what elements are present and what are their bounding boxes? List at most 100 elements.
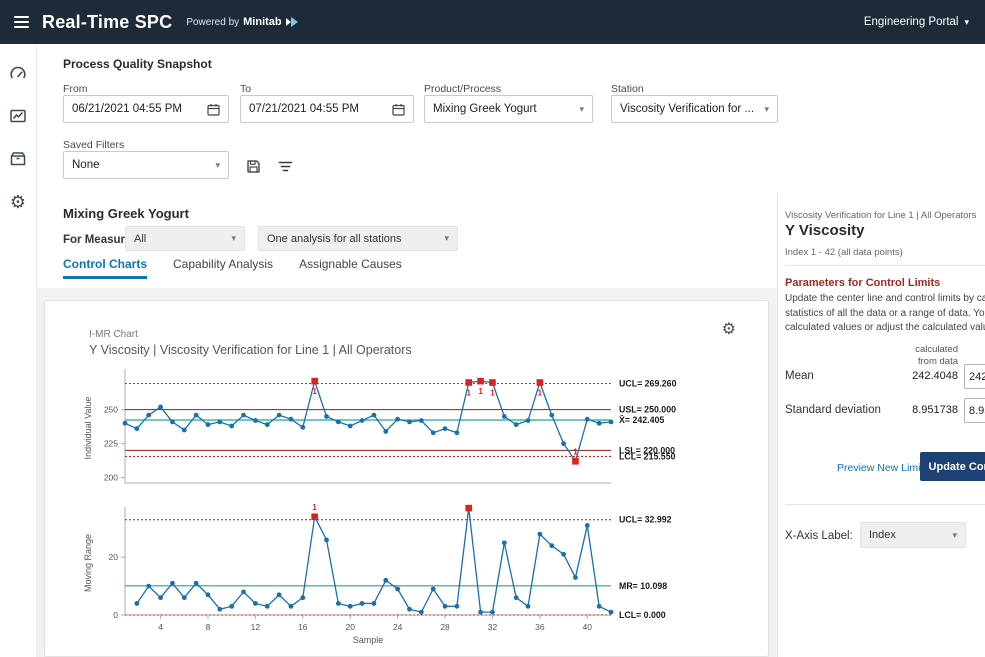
chart-type-label: I-MR Chart	[89, 329, 138, 340]
col-header-line1: calculated	[880, 344, 958, 356]
svg-text:MR= 10.098: MR= 10.098	[619, 581, 667, 591]
saved-filters-label: Saved Filters	[63, 139, 124, 151]
to-date-value: 07/21/2021 04:55 PM	[249, 103, 359, 115]
stdev-input[interactable]	[964, 398, 985, 423]
hamburger-icon	[14, 13, 29, 31]
svg-text:28: 28	[440, 622, 450, 632]
svg-text:32: 32	[488, 622, 498, 632]
svg-text:200: 200	[104, 473, 118, 483]
svg-text:1: 1	[478, 387, 483, 396]
svg-text:16: 16	[298, 622, 308, 632]
svg-text:1: 1	[312, 387, 317, 396]
save-filter-button[interactable]	[240, 154, 266, 178]
filter-icon	[278, 159, 293, 174]
svg-text:250: 250	[104, 405, 118, 415]
chevron-down-icon: ▾	[215, 160, 220, 171]
tab-control-charts[interactable]: Control Charts	[63, 257, 147, 279]
chevron-down-icon: ▾	[579, 104, 584, 115]
panel-divider-line	[785, 504, 985, 505]
chevron-down-icon: ▾	[952, 530, 957, 541]
portal-menu-button[interactable]: Engineering Portal ▾	[864, 16, 969, 28]
svg-text:Individual Value: Individual Value	[83, 397, 93, 460]
filter-section: Process Quality Snapshot From To Product…	[0, 44, 985, 193]
chevron-down-icon: ▾	[231, 233, 236, 244]
tab-bar: Control Charts Capability Analysis Assig…	[63, 257, 402, 279]
chevron-down-icon: ▾	[444, 233, 449, 244]
svg-text:1: 1	[467, 389, 472, 398]
calendar-icon	[392, 103, 405, 116]
chevron-down-icon: ▾	[764, 104, 769, 115]
x-axis-select[interactable]: Index ▾	[860, 522, 966, 548]
svg-text:1: 1	[490, 389, 495, 398]
preview-new-limits-link[interactable]: Preview New Limits	[837, 462, 929, 474]
x-axis-label: X-Axis Label:	[785, 530, 853, 542]
panel-divider	[777, 192, 778, 657]
mean-input[interactable]	[964, 364, 985, 389]
saved-filters-select[interactable]: None ▾	[63, 151, 229, 179]
mr-chart-svg: 020481216202428323640SampleMoving RangeU…	[79, 501, 739, 653]
svg-text:USL= 250.000: USL= 250.000	[619, 405, 676, 415]
box-icon	[9, 150, 27, 168]
svg-text:20: 20	[345, 622, 355, 632]
svg-text:UCL= 32.992: UCL= 32.992	[619, 515, 672, 525]
svg-text:36: 36	[535, 622, 545, 632]
to-label: To	[240, 83, 251, 95]
svg-text:20: 20	[109, 552, 119, 562]
svg-text:24: 24	[393, 622, 403, 632]
svg-text:0: 0	[113, 610, 118, 620]
product-select-value: Mixing Greek Yogurt	[433, 103, 537, 115]
from-label: From	[63, 83, 88, 95]
svg-text:1: 1	[312, 503, 317, 512]
sidebar-item-dashboard[interactable]	[5, 60, 31, 86]
svg-text:1: 1	[573, 447, 578, 456]
sidebar-item-settings[interactable]: ⚙	[5, 189, 31, 215]
panel-title: Y Viscosity	[785, 222, 865, 239]
svg-text:1: 1	[467, 501, 472, 503]
measure-select[interactable]: All ▾	[125, 226, 245, 251]
chart-subtitle: Y Viscosity | Viscosity Verification for…	[89, 343, 412, 357]
col-header-line2: from data	[880, 356, 958, 368]
svg-text:8: 8	[206, 622, 211, 632]
gear-icon: ⚙	[10, 193, 26, 211]
svg-text:LCL= 215.550: LCL= 215.550	[619, 451, 676, 461]
advanced-filter-button[interactable]	[272, 154, 298, 178]
brand-name: Minitab	[243, 16, 282, 28]
mean-calculated-value: 242.4048	[785, 370, 958, 382]
gear-icon: ⚙	[722, 321, 736, 338]
svg-text:4: 4	[158, 622, 163, 632]
sidebar-item-products[interactable]	[5, 146, 31, 172]
tab-assignable-causes[interactable]: Assignable Causes	[299, 257, 402, 279]
from-date-input[interactable]: 06/21/2021 04:55 PM	[63, 95, 229, 123]
sidebar-item-charts[interactable]	[5, 103, 31, 129]
station-select[interactable]: Viscosity Verification for ... ▾	[611, 95, 778, 123]
update-control-limits-button[interactable]: Update Control Limits	[920, 452, 985, 481]
svg-text:1: 1	[538, 389, 543, 398]
tab-capability-analysis[interactable]: Capability Analysis	[173, 257, 273, 279]
svg-text:40: 40	[583, 622, 593, 632]
x-axis-select-value: Index	[869, 529, 896, 541]
params-description: Update the center line and control limit…	[785, 292, 985, 336]
svg-text:X̄= 242.405: X̄= 242.405	[619, 415, 664, 425]
chart-settings-button[interactable]: ⚙	[722, 319, 736, 339]
from-date-value: 06/21/2021 04:55 PM	[72, 103, 182, 115]
app-title: Real-Time SPC	[42, 12, 172, 33]
to-date-input[interactable]: 07/21/2021 04:55 PM	[240, 95, 414, 123]
top-bar: Real-Time SPC Powered by Minitab Enginee…	[0, 0, 985, 44]
params-title: Parameters for Control Limits	[785, 277, 940, 289]
panel-divider-line	[785, 265, 985, 266]
analysis-header: Mixing Greek Yogurt For Measure: All ▾ O…	[37, 193, 777, 288]
menu-button[interactable]	[0, 0, 42, 44]
sidebar: ⚙	[0, 44, 37, 657]
product-label: Product/Process	[424, 83, 501, 95]
minitab-logo-icon	[286, 17, 298, 27]
measure-select-value: All	[134, 233, 146, 245]
gauge-icon	[9, 64, 27, 82]
chevron-down-icon: ▾	[964, 17, 969, 28]
analysis-mode-value: One analysis for all stations	[267, 233, 402, 245]
analysis-mode-select[interactable]: One analysis for all stations ▾	[258, 226, 458, 251]
powered-by-text: Powered by	[186, 17, 239, 28]
station-label: Station	[611, 83, 644, 95]
real-time-spc-app: Real-Time SPC Powered by Minitab Enginee…	[0, 0, 985, 657]
product-select[interactable]: Mixing Greek Yogurt ▾	[424, 95, 593, 123]
saved-filters-value: None	[72, 159, 100, 171]
